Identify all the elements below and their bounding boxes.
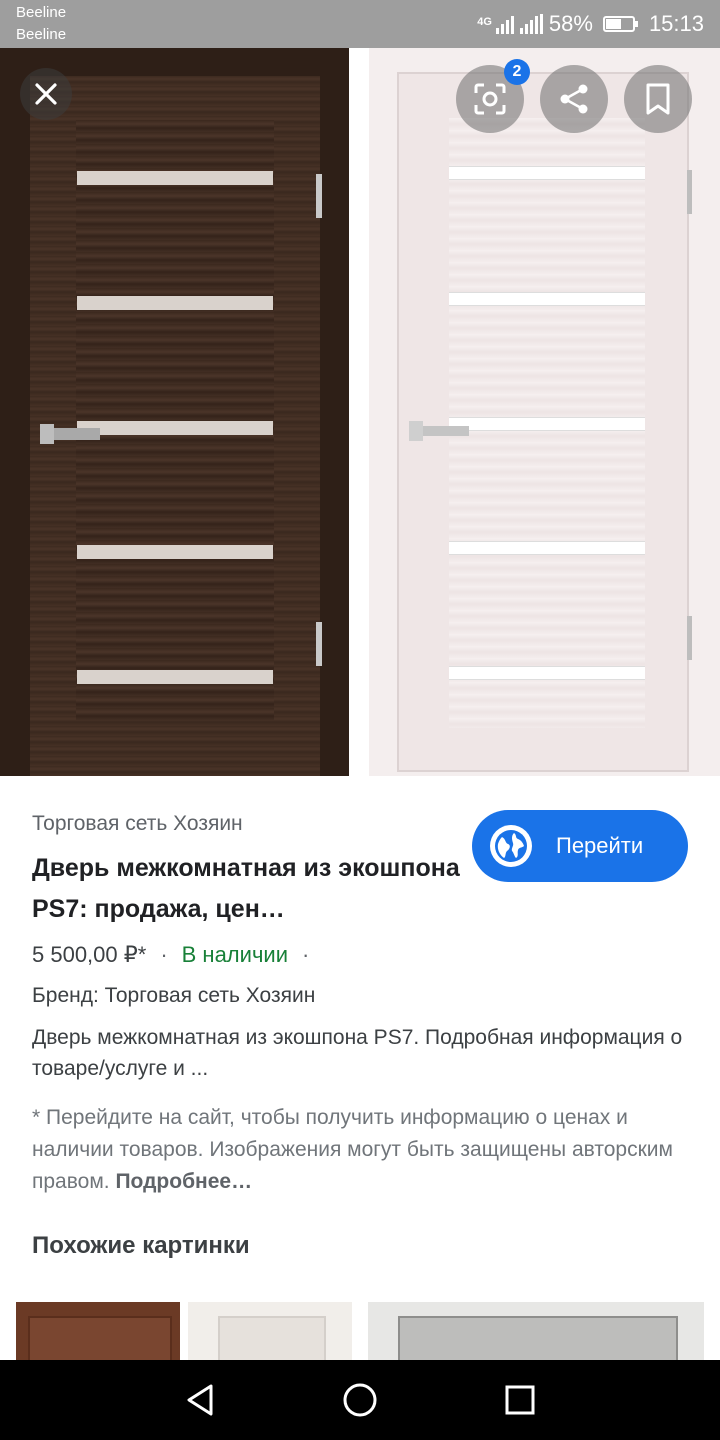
back-triangle-icon — [187, 1384, 213, 1416]
battery-icon — [602, 16, 638, 32]
carrier-name: Beeline — [16, 4, 67, 21]
description: Дверь межкомнатная из экошпона PS7. Подр… — [32, 1026, 683, 1080]
carrier-name: Beeline — [16, 26, 67, 43]
copyright-notice: * Перейдите на сайт, чтобы получить инфо… — [32, 1102, 692, 1198]
recents-square-icon — [505, 1385, 535, 1415]
back-button[interactable] — [178, 1378, 222, 1422]
visit-button-label: Перейти — [556, 833, 644, 858]
door-image-dark — [0, 48, 349, 776]
availability-badge: В наличии — [181, 942, 288, 967]
share-icon — [560, 84, 588, 114]
similar-images-heading: Похожие картинки — [32, 1232, 250, 1259]
similar-image-thumbnail[interactable] — [188, 1302, 352, 1362]
lens-button[interactable]: 2 — [456, 59, 530, 133]
price-row: 5 500,00 ₽* · В наличии · — [32, 942, 309, 968]
save-button[interactable] — [624, 65, 692, 133]
close-button[interactable] — [20, 68, 72, 120]
image-viewer[interactable]: 2 — [0, 48, 720, 776]
visit-button[interactable]: Перейти — [472, 810, 688, 882]
close-icon — [35, 83, 57, 105]
status-bar: Beeline Beeline 4G 58% 15:13 — [0, 0, 720, 48]
lens-icon — [474, 83, 506, 115]
signal-icon — [519, 14, 543, 34]
globe-icon — [490, 825, 532, 867]
source-site[interactable]: Торговая сеть Хозяин — [32, 812, 243, 836]
door-image-light — [369, 48, 720, 776]
battery-percent: 58% — [548, 11, 593, 36]
home-circle-icon — [343, 1383, 377, 1417]
price: 5 500,00 ₽* — [32, 942, 147, 967]
more-link[interactable]: Подробнее… — [115, 1170, 252, 1193]
clock: 15:13 — [648, 11, 704, 36]
result-title[interactable]: Дверь межкомнатная из экошпона PS7: прод… — [32, 848, 462, 930]
recents-button[interactable] — [498, 1378, 542, 1422]
home-button[interactable] — [338, 1378, 382, 1422]
signal-4g-icon: 4G — [477, 14, 514, 34]
separator: · — [301, 942, 310, 967]
bookmark-icon — [646, 83, 670, 115]
separator: · — [160, 942, 168, 967]
lens-count-badge: 2 — [504, 59, 530, 85]
share-button[interactable] — [540, 65, 608, 133]
brand: Бренд: Торговая сеть Хозяин — [32, 984, 316, 1007]
similar-image-thumbnail[interactable] — [368, 1302, 704, 1362]
navigation-bar — [0, 1360, 720, 1440]
similar-image-thumbnail[interactable] — [16, 1302, 180, 1362]
